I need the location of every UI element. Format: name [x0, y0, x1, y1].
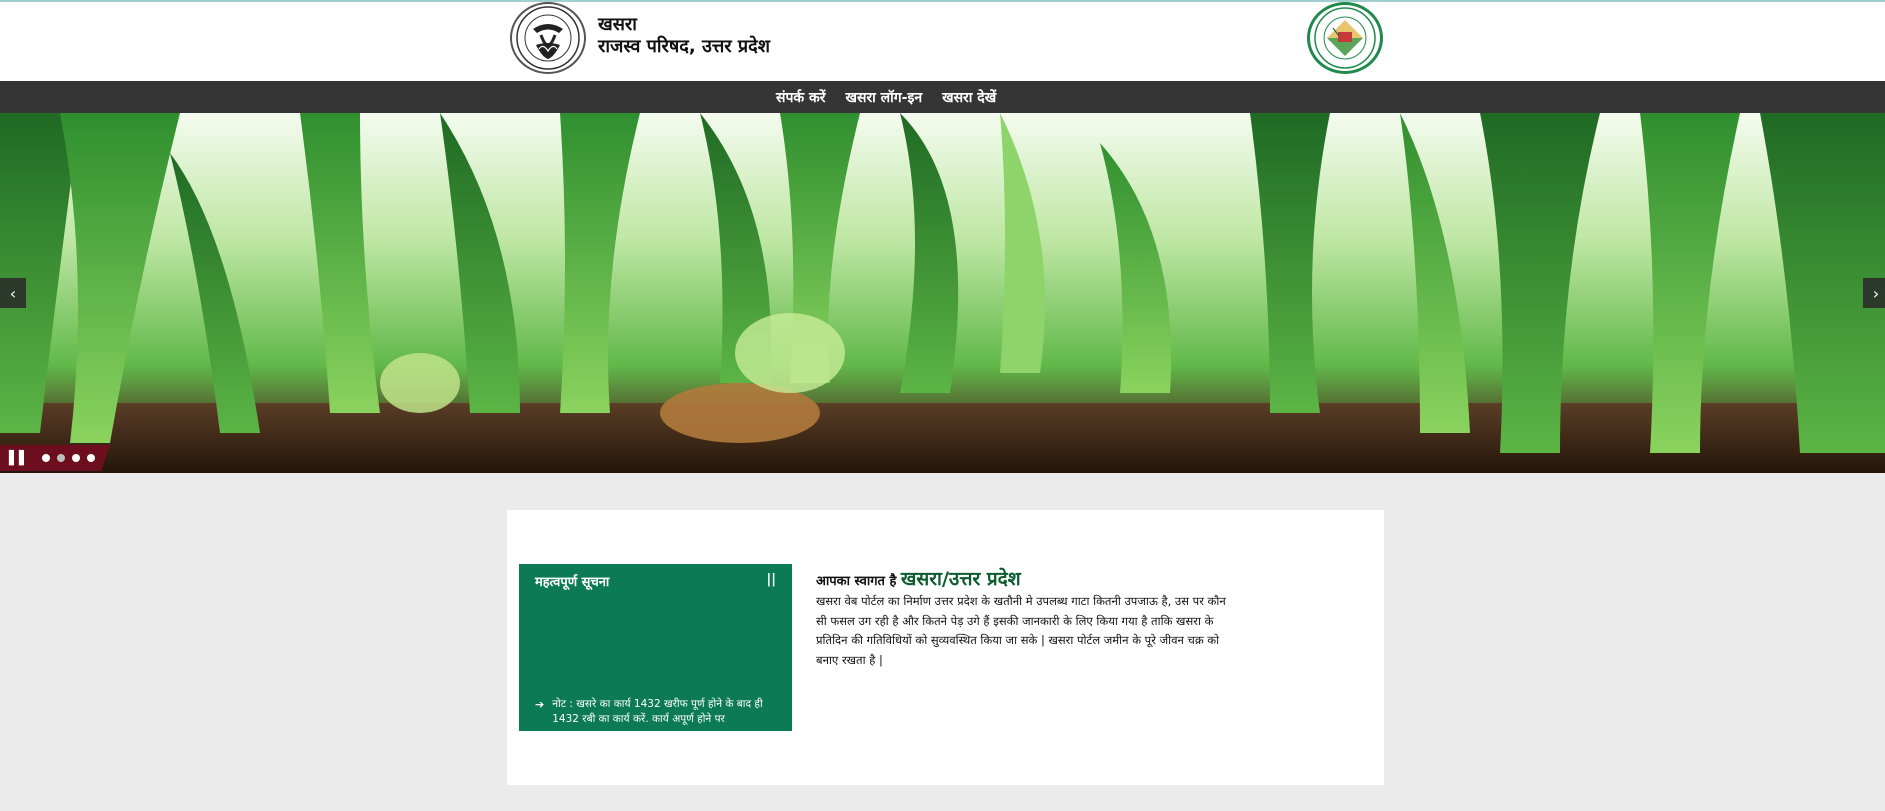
notice-item[interactable]: ➔ नोट : खसरे का कार्य 1432 खरीफ पूर्ण हो…	[535, 697, 780, 727]
nav-contact-link[interactable]: संपर्क करें	[776, 88, 826, 107]
banner-next-button[interactable]: ›	[1863, 278, 1885, 308]
up-govt-emblem-icon[interactable]	[510, 2, 586, 74]
banner-plants-image	[0, 113, 1885, 473]
nav-khasra-login-link[interactable]: खसरा लॉग-इन	[846, 88, 923, 107]
important-notice-panel: महत्वपूर्ण सूचना || ➔ नोट : खसरे का कार्…	[519, 564, 792, 731]
banner-prev-button[interactable]: ‹	[0, 278, 26, 308]
slider-dot-2[interactable]	[57, 454, 65, 462]
site-title-line1: खसरा	[598, 14, 637, 35]
main-navbar: संपर्क करें खसरा लॉग-इन खसरा देखें	[0, 81, 1885, 113]
revenue-council-seal-icon[interactable]	[1307, 2, 1383, 74]
site-title-line2: राजस्व परिषद, उत्तर प्रदेश	[598, 36, 770, 57]
slider-dot-4[interactable]	[87, 454, 95, 462]
header: खसरा राजस्व परिषद, उत्तर प्रदेश	[0, 2, 1885, 81]
slider-dot-3[interactable]	[72, 454, 80, 462]
banner-slider: ‹ › ▌▌	[0, 113, 1885, 473]
welcome-body: खसरा वेब पोर्टल का निर्माण उत्तर प्रदेश …	[816, 594, 1226, 667]
notice-item-text: नोट : खसरे का कार्य 1432 खरीफ पूर्ण होने…	[552, 698, 763, 725]
notice-pause-button[interactable]: ||	[767, 572, 777, 587]
site-title: खसरा राजस्व परिषद, उत्तर प्रदेश	[598, 14, 770, 58]
arrow-right-icon: ➔	[535, 698, 545, 711]
slider-dot-1[interactable]	[42, 454, 50, 462]
notice-title: महत्वपूर्ण सूचना	[535, 575, 610, 590]
nav-khasra-view-link[interactable]: खसरा देखें	[942, 88, 996, 107]
welcome-highlight: खसरा/उत्तर प्रदेश	[900, 568, 1021, 590]
welcome-section: आपका स्वागत है खसरा/उत्तर प्रदेश खसरा वे…	[816, 565, 1236, 670]
nav-links: संपर्क करें खसरा लॉग-इन खसरा देखें	[766, 81, 1006, 113]
slider-controls: ▌▌	[0, 445, 110, 471]
content-box: महत्वपूर्ण सूचना || ➔ नोट : खसरे का कार्…	[507, 510, 1384, 785]
welcome-lead: आपका स्वागत है	[816, 574, 901, 589]
slider-pause-button[interactable]: ▌▌	[9, 451, 29, 466]
